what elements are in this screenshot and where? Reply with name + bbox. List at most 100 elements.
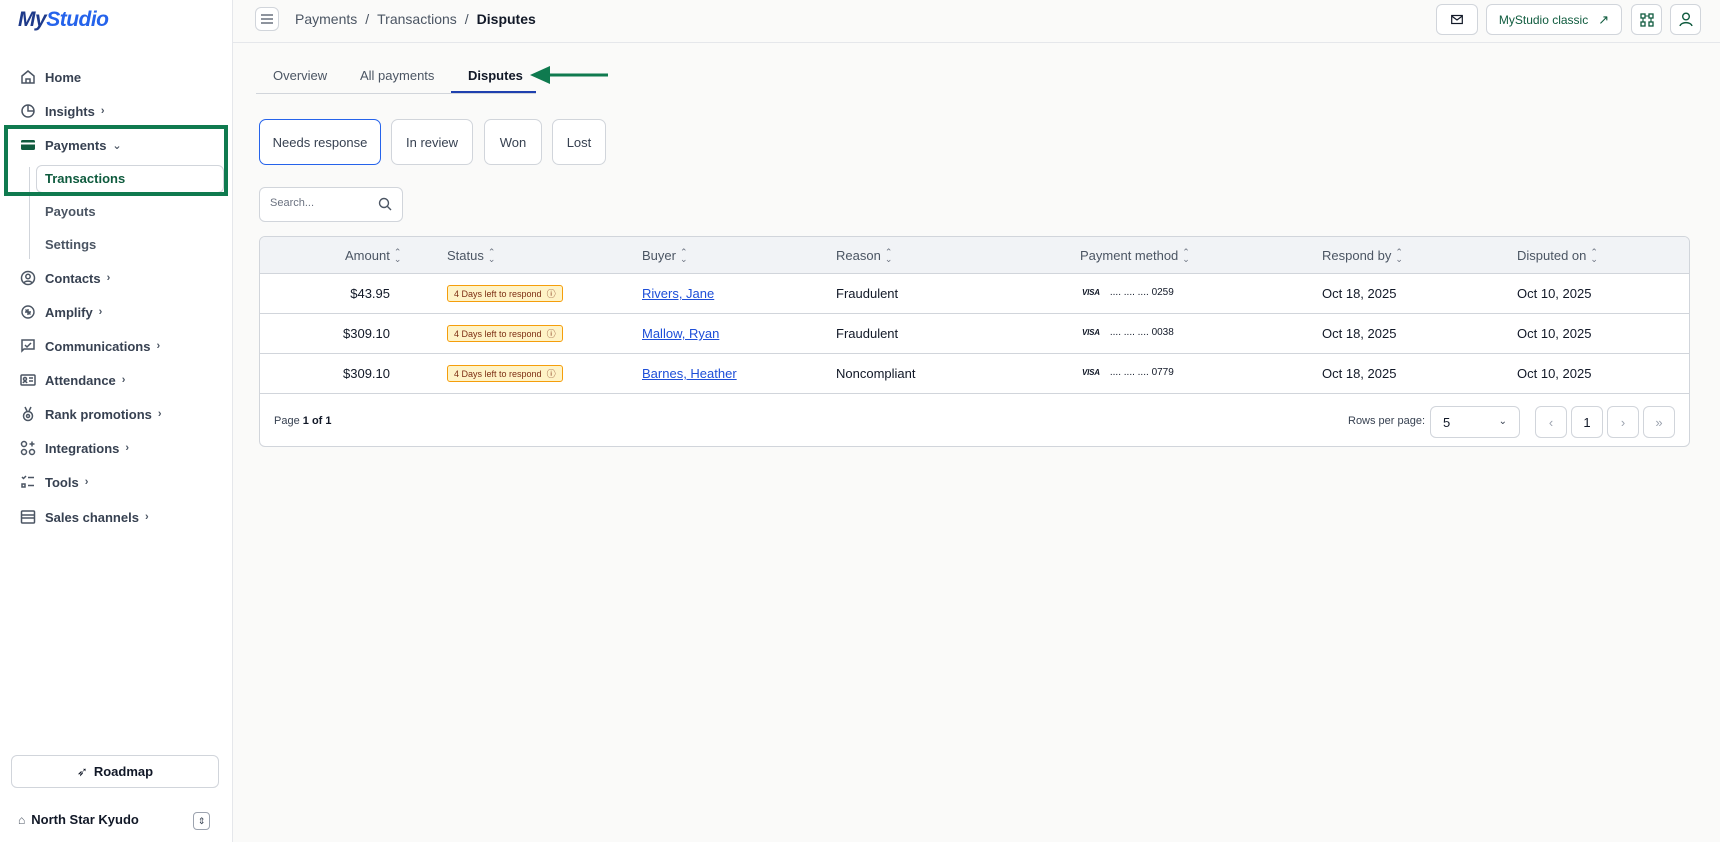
- search-input[interactable]: [270, 197, 370, 209]
- user-icon: [1678, 12, 1693, 27]
- sort-icon: ⌃ ⌄: [1182, 247, 1190, 264]
- arrow-annotation-icon: [530, 66, 608, 84]
- sidebar-item-integrations[interactable]: Integrations ›: [20, 435, 129, 461]
- breadcrumb-payments[interactable]: Payments: [295, 11, 357, 27]
- last-page-button[interactable]: »: [1643, 406, 1675, 438]
- sidebar-subitem-payouts[interactable]: Payouts: [45, 204, 96, 219]
- chevron-right-icon: ›: [100, 105, 105, 117]
- respond-by-cell: Oct 18, 2025: [1322, 326, 1397, 341]
- highlight-annotation: [4, 125, 228, 196]
- buyer-link[interactable]: Mallow, Ryan: [642, 326, 719, 341]
- column-header-buyer[interactable]: Buyer ⌃ ⌄: [642, 248, 688, 263]
- sidebar-item-attendance[interactable]: Attendance ›: [20, 367, 125, 393]
- amount-cell: $43.95: [350, 286, 390, 301]
- header-label: Disputed on: [1517, 248, 1587, 263]
- breadcrumb-separator: /: [365, 11, 370, 27]
- page-1-button[interactable]: 1: [1571, 406, 1603, 438]
- org-toggle-icon[interactable]: ⇕: [193, 812, 210, 830]
- rows-per-page-select[interactable]: 5 ⌄: [1430, 406, 1520, 438]
- table-row[interactable]: $309.10 4 Days left to respond ⓘ Barnes, …: [260, 354, 1689, 394]
- header-label: Respond by: [1322, 248, 1392, 263]
- chevron-right-icon: ›: [144, 511, 149, 523]
- buyer-link[interactable]: Barnes, Heather: [642, 366, 737, 381]
- sort-icon: ⌃ ⌄: [884, 247, 893, 264]
- disputed-on-cell: Oct 10, 2025: [1517, 286, 1592, 301]
- respond-by-cell: Oct 18, 2025: [1322, 366, 1397, 381]
- sidebar-item-communications[interactable]: Communications ›: [20, 333, 160, 359]
- sidebar-subitem-settings[interactable]: Settings: [45, 237, 96, 252]
- buyer-link[interactable]: Rivers, Jane: [642, 286, 714, 301]
- chevron-down-icon: ⌄: [1498, 416, 1507, 427]
- pie-chart-icon: [20, 103, 36, 119]
- filter-in-review[interactable]: In review: [391, 119, 473, 165]
- filter-lost[interactable]: Lost: [552, 119, 606, 165]
- table-row[interactable]: $309.10 4 Days left to respond ⓘ Mallow, …: [260, 314, 1689, 354]
- info-icon: ⓘ: [546, 369, 556, 379]
- sidebar-item-tools[interactable]: Tools ›: [20, 469, 88, 495]
- mystudio-classic-label: MyStudio classic: [1498, 12, 1589, 27]
- sidebar-item-home[interactable]: Home: [20, 64, 81, 90]
- status-badge: 4 Days left to respond ⓘ: [447, 325, 563, 342]
- medal-icon: [20, 406, 36, 422]
- payment-method-cell: VISA .... .... .... 0779: [1082, 367, 1174, 378]
- grid-plus-icon: [20, 440, 36, 456]
- table-header: Amount ⌃ ⌄ Status ⌃ ⌄ Buyer ⌃ ⌄ Reason ⌃ ⌄ Payme…: [260, 237, 1689, 274]
- mail-button[interactable]: [1436, 4, 1478, 35]
- info-icon: ⓘ: [546, 329, 556, 339]
- filter-won[interactable]: Won: [484, 119, 542, 165]
- breadcrumb: Payments / Transactions / Disputes: [295, 11, 536, 27]
- status-badge: 4 Days left to respond ⓘ: [447, 285, 563, 302]
- sidebar-item-label: Communications: [45, 338, 151, 354]
- disputes-table: Amount ⌃ ⌄ Status ⌃ ⌄ Buyer ⌃ ⌄ Reason ⌃ ⌄ Payme…: [259, 236, 1690, 447]
- column-header-disputed-on[interactable]: Disputed on ⌃ ⌄: [1517, 248, 1598, 263]
- chevron-right-icon: ›: [84, 476, 89, 488]
- breadcrumb-transactions[interactable]: Transactions: [377, 11, 457, 27]
- id-card-icon: [20, 372, 36, 388]
- column-header-amount[interactable]: Amount ⌃ ⌄: [345, 248, 401, 263]
- roadmap-button[interactable]: ➶ Roadmap: [11, 755, 219, 788]
- tab-disputes[interactable]: Disputes: [468, 68, 523, 83]
- sidebar-item-insights[interactable]: Insights ›: [20, 98, 105, 124]
- sidebar-item-sales-channels[interactable]: Sales channels ›: [20, 504, 149, 530]
- payment-method-cell: VISA .... .... .... 0038: [1082, 327, 1174, 338]
- sidebar-item-rank-promotions[interactable]: Rank promotions ›: [20, 401, 162, 427]
- column-header-payment-method[interactable]: Payment method ⌃ ⌄: [1080, 248, 1190, 263]
- disputed-on-cell: Oct 10, 2025: [1517, 366, 1592, 381]
- sidebar: MyStudio Home Insights › Payments ⌄ Transa…: [0, 0, 233, 842]
- apps-button[interactable]: [1631, 4, 1662, 35]
- profile-button[interactable]: [1670, 4, 1701, 35]
- search-icon[interactable]: [378, 197, 392, 211]
- visa-icon: VISA: [1082, 288, 1100, 297]
- header-label: Amount: [345, 248, 390, 263]
- card-last4: 0779: [1151, 367, 1174, 378]
- info-icon: ⓘ: [546, 289, 556, 299]
- sidebar-item-amplify[interactable]: Amplify ›: [20, 299, 102, 325]
- table-row[interactable]: $43.95 4 Days left to respond ⓘ Rivers, J…: [260, 274, 1689, 314]
- tab-all-payments[interactable]: All payments: [360, 68, 434, 83]
- org-switcher[interactable]: ⌂ North Star Kyudo: [18, 812, 139, 827]
- sidebar-item-contacts[interactable]: Contacts ›: [20, 265, 110, 291]
- prev-page-button[interactable]: ‹: [1535, 406, 1567, 438]
- sidebar-item-label: Attendance: [45, 372, 116, 388]
- amount-cell: $309.10: [343, 366, 390, 381]
- visa-icon: VISA: [1082, 328, 1100, 337]
- rocket-icon: ➶: [76, 763, 88, 779]
- amount-cell: $309.10: [343, 326, 390, 341]
- mystudio-classic-button[interactable]: MyStudio classic ↗: [1486, 4, 1622, 35]
- next-page-button[interactable]: ›: [1607, 406, 1639, 438]
- chevron-right-icon: ›: [121, 374, 126, 386]
- menu-toggle-button[interactable]: [255, 7, 279, 31]
- column-header-reason[interactable]: Reason ⌃ ⌄: [836, 248, 892, 263]
- column-header-respond-by[interactable]: Respond by ⌃ ⌄: [1322, 248, 1403, 263]
- header-label: Status: [447, 248, 484, 263]
- column-header-status[interactable]: Status ⌃ ⌄: [447, 248, 495, 263]
- mystudio-logo[interactable]: MyStudio: [18, 8, 109, 32]
- chevron-right-icon: ›: [98, 306, 103, 318]
- card-last4: 0259: [1151, 287, 1174, 298]
- building-icon: ⌂: [18, 812, 26, 827]
- message-icon: [20, 338, 36, 354]
- filter-needs-response[interactable]: Needs response: [259, 119, 381, 165]
- tab-overview[interactable]: Overview: [273, 68, 327, 83]
- respond-by-cell: Oct 18, 2025: [1322, 286, 1397, 301]
- active-tab-indicator: [451, 91, 536, 93]
